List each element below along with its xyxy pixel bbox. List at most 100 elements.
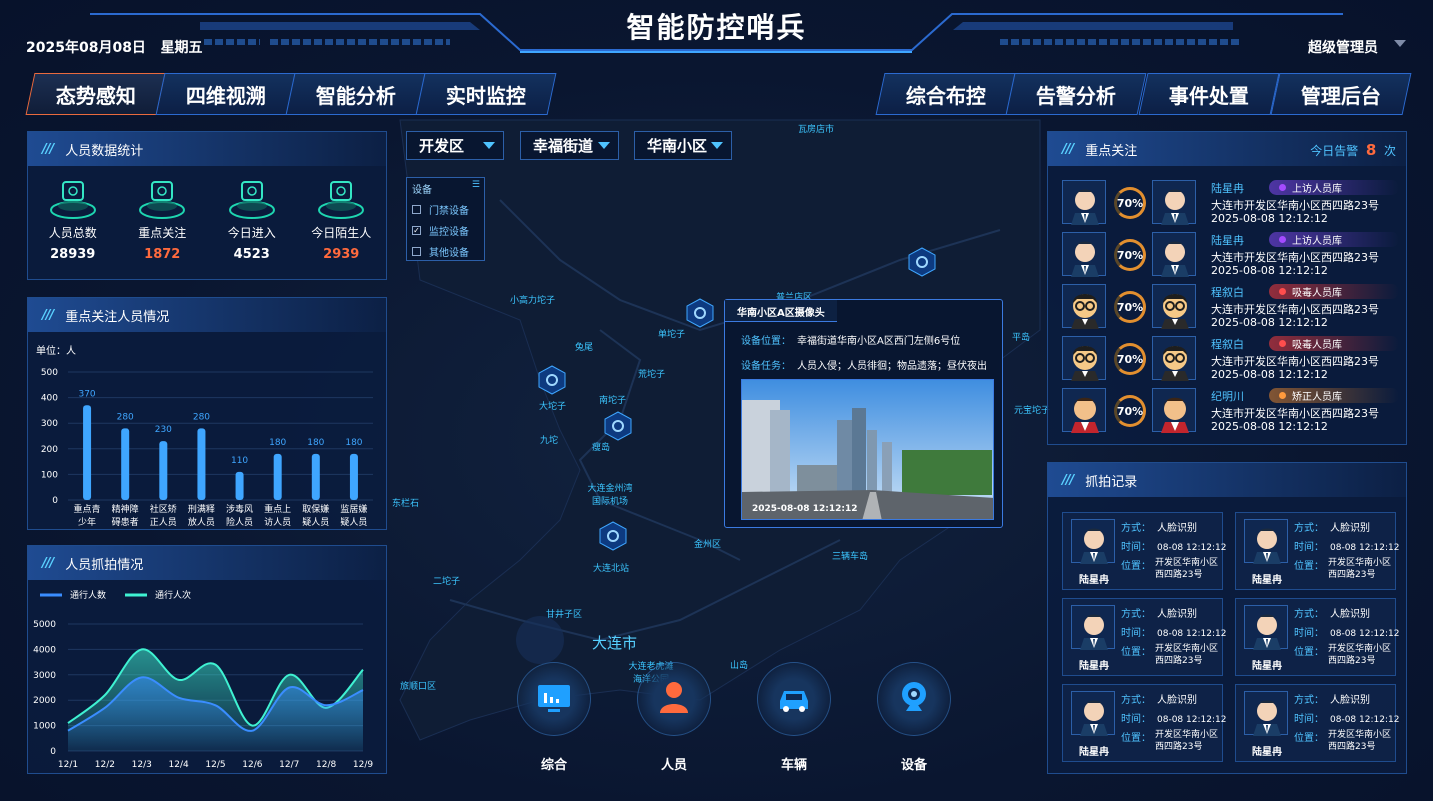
bar[interactable] [121,428,130,500]
stat-item: 重点关注 1872 [122,176,202,262]
chevron-down-icon[interactable] [1394,40,1406,47]
x-tick-label: 取保嫌 [302,503,329,515]
bar[interactable] [311,453,320,500]
y-tick-label: 0 [50,747,56,757]
tab-smart-analysis[interactable]: 智能分析 [285,73,427,115]
bar[interactable] [273,453,282,500]
bottom-nav-button[interactable]: 设备 [869,662,959,773]
tab-label: 四维视溯 [186,83,266,108]
camera-marker[interactable] [907,247,937,277]
x-tick-label: 疑人员 [340,517,367,528]
stat-value: 2939 [323,247,360,262]
map-place-label: 大连市 [592,634,638,652]
tab-4d-trace[interactable]: 四维视溯 [155,73,297,115]
device-filter-list: 门禁设备 ✓ 监控设备 其他设备 [407,199,484,262]
bar[interactable] [235,471,244,500]
device-checkbox-row[interactable]: 其他设备 [407,241,484,262]
list-item[interactable]: 70% 陆星冉 上访人员库 大连市开发区华南小区西四路23号 2025-08-08 12… [1062,180,1402,228]
capture-location: 开发区华南小区西四路23号 [1328,644,1392,666]
list-item[interactable]: 70% 程叙白 吸毒人员库 大连市开发区华南小区西四路23号 2025-08-08 12… [1062,336,1402,384]
x-tick-label: 正人员 [150,517,177,528]
bar[interactable] [83,405,92,500]
field-label: 方式： [1294,523,1324,534]
weekday-text: 星期五 [160,40,203,56]
checkbox-checked[interactable]: ✓ [412,226,421,235]
tab-deployment[interactable]: 综合布控 [875,73,1017,115]
tab-situation-awareness[interactable]: 态势感知 [25,73,167,115]
capture-card[interactable]: 陆星冉 方式： 人脸识别 时间： 08-08 12:12:12 位置： 开发区华南小区西四路… [1235,684,1399,762]
capture-time: 时间： 08-08 12:12:12 [1121,624,1226,639]
people-stats-panel: /// 人员数据统计 人员总数 28939 重点关注 1872 今日进入 4523 今日陌生人… [27,131,387,280]
status-dot [1279,184,1286,191]
tab-alarm-analysis[interactable]: 告警分析 [1005,73,1147,115]
badge-label: 上访人员库 [1292,184,1342,195]
checkbox[interactable] [412,247,421,256]
tab-event-handling[interactable]: 事件处置 [1138,73,1280,115]
community-select[interactable]: 华南小区 [634,131,732,160]
capture-card[interactable]: 陆星冉 方式： 人脸识别 时间： 08-08 12:12:12 位置： 开发区华南小区西四路… [1062,684,1226,762]
x-tick-label: 重点青 [74,503,101,515]
capture-card[interactable]: 陆星冉 方式： 人脸识别 时间： 08-08 12:12:12 位置： 开发区华南小区西四路… [1235,512,1399,590]
bottom-nav-button[interactable]: 车辆 [749,662,839,773]
map-place-label: 小高力坨子 [510,296,556,306]
panel-title: 人员数据统计 [65,143,144,159]
checkbox[interactable] [412,205,421,214]
bottom-nav-button[interactable]: 人员 [629,662,719,773]
tab-label: 实时监控 [446,83,526,108]
field-label: 位置： [1294,733,1324,744]
bar[interactable] [197,428,206,500]
select-value: 开发区 [419,137,465,155]
person-address: 大连市开发区华南小区西四路23号 [1211,407,1379,420]
camera-marker[interactable] [685,298,715,328]
circle-button[interactable] [637,662,711,736]
list-item[interactable]: 70% 陆星冉 上访人员库 大连市开发区华南小区西四路23号 2025-08-08 12… [1062,232,1402,280]
device-filter: 设备 ☰ 门禁设备 ✓ 监控设备 其他设备 [406,177,485,261]
tab-realtime-monitor[interactable]: 实时监控 [415,73,557,115]
capture-location: 开发区华南小区西四路23号 [1155,730,1219,752]
capture-location-label: 位置： [1121,557,1157,572]
camera-marker[interactable] [537,365,567,395]
capture-card[interactable]: 陆星冉 方式： 人脸识别 时间： 08-08 12:12:12 位置： 开发区华南小区西四路… [1235,598,1399,676]
capture-time: 时间： 08-08 12:12:12 [1294,538,1399,553]
camera-snapshot[interactable]: 2025-08-08 12:12:12 [741,379,994,520]
badge-label: 吸毒人员库 [1292,288,1342,299]
popup-location: 设备位置： 幸福街道华南小区A区西门左侧6号位 [741,332,960,347]
avatar [1062,232,1106,277]
x-tick-label: 访人员 [264,517,291,528]
person-time: 2025-08-08 12:12:12 [1211,264,1328,277]
user-name[interactable]: 超级管理员 [1308,37,1378,57]
bar[interactable] [349,453,358,500]
chart-unit: 单位：人 [36,346,76,357]
camera-marker[interactable] [603,411,633,441]
capture-time: 时间： 08-08 12:12:12 [1121,538,1226,553]
capture-card[interactable]: 陆星冉 方式： 人脸识别 时间： 08-08 12:12:12 位置： 开发区华南小区西四路… [1062,512,1226,590]
y-tick-label: 2000 [33,696,56,706]
tab-admin[interactable]: 管理后台 [1270,73,1412,115]
district-select[interactable]: 开发区 [406,131,504,160]
date-text: 2025年08月08日 [26,40,146,56]
field-value: 人脸识别 [1157,523,1197,534]
stat-value: 1872 [144,247,181,262]
map-place-label: 金州区 [694,540,722,550]
status-dot [1279,288,1286,295]
camera-marker[interactable] [598,521,628,551]
circle-button[interactable] [517,662,591,736]
circle-button[interactable] [757,662,831,736]
street-select[interactable]: 幸福街道 [520,131,619,160]
caret-down-icon [483,142,495,149]
x-tick-label: 12/4 [169,760,189,770]
bar-value-label: 180 [345,438,362,448]
bar-value-label: 180 [307,438,324,448]
popup-location-label: 设备位置： [741,336,791,347]
search-person-icon [317,176,365,220]
list-icon[interactable]: ☰ [472,180,480,190]
device-checkbox-row[interactable]: 门禁设备 [407,199,484,220]
list-item[interactable]: 70% 纪明川 矫正人员库 大连市开发区华南小区西四路23号 2025-08-08 12… [1062,388,1402,436]
avatar [1071,691,1115,736]
device-checkbox-row[interactable]: ✓ 监控设备 [407,220,484,241]
circle-button[interactable] [877,662,951,736]
capture-card[interactable]: 陆星冉 方式： 人脸识别 时间： 08-08 12:12:12 位置： 开发区华南小区西四路… [1062,598,1226,676]
bar[interactable] [159,441,168,500]
bottom-nav-button[interactable]: 综合 [509,662,599,773]
list-item[interactable]: 70% 程叙白 吸毒人员库 大连市开发区华南小区西四路23号 2025-08-08 12… [1062,284,1402,332]
